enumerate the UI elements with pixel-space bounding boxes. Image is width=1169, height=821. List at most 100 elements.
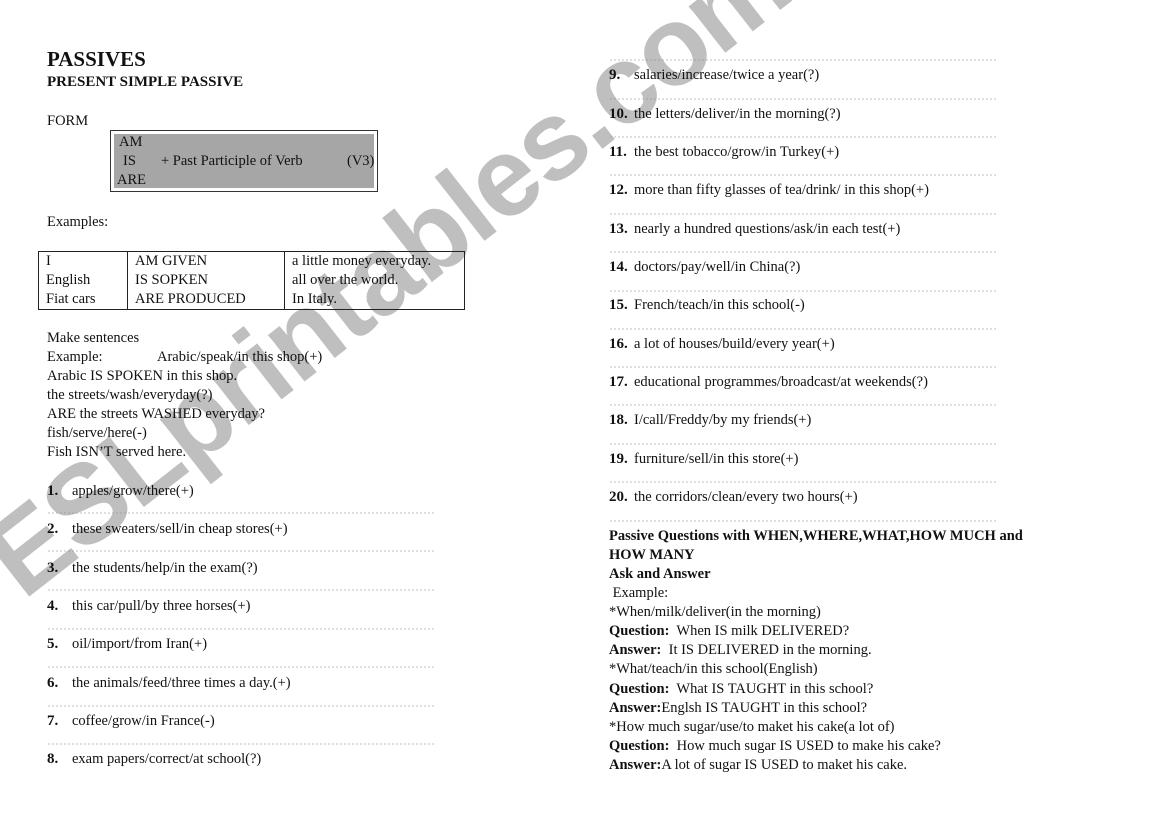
answer-line[interactable] [609, 59, 997, 61]
exercise-item: 17. educational programmes/broadcast/at w… [609, 373, 928, 392]
item-number: 5. [47, 636, 59, 652]
answer-line[interactable] [609, 328, 997, 330]
answer-text: It IS DELIVERED in the morning. [668, 642, 872, 658]
item-text: I/call/Freddy/by my friends(+) [634, 412, 812, 428]
answer-line[interactable] [609, 481, 997, 483]
answer-label: Answer: [609, 757, 662, 773]
qa-answer: Answer:Englsh IS TAUGHT in this school? [609, 699, 867, 718]
example-line: Fish ISN’T served here. [47, 444, 187, 460]
answer-line[interactable] [47, 705, 435, 707]
answer-line[interactable] [609, 404, 997, 406]
answer-line[interactable] [609, 443, 997, 445]
exercise-item: 6. the animals/feed/three times a day.(+) [47, 674, 291, 693]
answer-label: Answer: [609, 700, 662, 716]
question-label: Question: [609, 738, 670, 754]
item-number: 20. [609, 489, 628, 505]
answer-line[interactable] [609, 213, 997, 215]
item-text: the animals/feed/three times a day.(+) [72, 675, 291, 691]
questions-heading: Passive Questions with WHEN,WHERE,WHAT,H… [609, 528, 1023, 544]
item-number: 18. [609, 412, 628, 428]
subject: I [46, 253, 51, 269]
item-text: exam papers/correct/at school(?) [72, 751, 262, 767]
question-label: Question: [609, 623, 670, 639]
rest-cell: a little money everyday. all over the wo… [284, 251, 465, 310]
page-subtitle: PRESENT SIMPLE PASSIVE [47, 74, 244, 90]
example-line: the streets/wash/everyday(?) [47, 387, 213, 403]
item-number: 2. [47, 521, 59, 537]
exercise-item: 16. a lot of houses/build/every year(+) [609, 335, 835, 354]
exercise-item: 14. doctors/pay/well/in China(?) [609, 258, 800, 277]
answer-line[interactable] [47, 743, 435, 745]
form-code: (V3) [347, 153, 375, 169]
form-box: AM IS ARE + Past Participle of Verb (V3) [110, 130, 378, 192]
subject: English [46, 272, 91, 288]
item-text: salaries/increase/twice a year(?) [634, 67, 820, 83]
rest: a little money everyday. [292, 253, 432, 269]
answer-line[interactable] [609, 520, 997, 522]
subject-cell: I English Fiat cars [38, 251, 128, 310]
qa-answer: Answer: It IS DELIVERED in the morning. [609, 641, 872, 660]
item-text: a lot of houses/build/every year(+) [634, 336, 835, 352]
example-label: Example: [47, 349, 103, 365]
item-text: more than fifty glasses of tea/drink/ in… [634, 182, 929, 198]
rest: all over the world. [292, 272, 399, 288]
qa-prompt: *When/milk/deliver(in the morning) [609, 604, 821, 620]
exercise-item: 18. I/call/Freddy/by my friends(+) [609, 411, 811, 430]
exercise-item: 9. salaries/increase/twice a year(?) [609, 66, 819, 85]
verb-cell: AM GIVEN IS SOPKEN ARE PRODUCED [127, 251, 285, 310]
exercise-item: 12. more than fifty glasses of tea/drink/… [609, 181, 929, 200]
exercise-item: 20. the corridors/clean/every two hours(+… [609, 488, 858, 507]
item-number: 16. [609, 336, 628, 352]
item-number: 15. [609, 297, 628, 313]
item-text: the letters/deliver/in the morning(?) [634, 106, 841, 122]
item-number: 11. [609, 144, 627, 160]
exercise-item: 8. exam papers/correct/at school(?) [47, 750, 261, 769]
subject: Fiat cars [46, 291, 96, 307]
item-number: 9. [609, 67, 621, 83]
answer-line[interactable] [47, 512, 435, 514]
qa-question: Question: How much sugar IS USED to make… [609, 737, 941, 756]
item-text: the corridors/clean/every two hours(+) [634, 489, 858, 505]
exercise-item: 1. apples/grow/there(+) [47, 482, 194, 501]
questions-heading-cont: HOW MANY [609, 547, 695, 563]
item-text: the best tobacco/grow/in Turkey(+) [634, 144, 840, 160]
exercise-item: 3. the students/help/in the exam(?) [47, 559, 258, 578]
item-number: 8. [47, 751, 59, 767]
qa-question: Question: When IS milk DELIVERED? [609, 622, 849, 641]
answer-line[interactable] [609, 290, 997, 292]
answer-line[interactable] [47, 666, 435, 668]
answer-line[interactable] [47, 628, 435, 630]
verb: IS SOPKEN [135, 272, 208, 288]
exercise-item: 4. this car/pull/by three horses(+) [47, 597, 251, 616]
example-label: Example: [609, 585, 669, 601]
exercise-item: 15. French/teach/in this school(-) [609, 296, 805, 315]
answer-line[interactable] [609, 366, 997, 368]
item-number: 6. [47, 675, 59, 691]
answer-line[interactable] [609, 136, 997, 138]
answer-line[interactable] [609, 174, 997, 176]
item-text: coffee/grow/in France(-) [72, 713, 215, 729]
table-row: I English Fiat cars AM GIVEN IS SOPKEN A… [38, 251, 465, 310]
make-sentences-heading: Make sentences [47, 330, 140, 346]
ask-answer-subheading: Ask and Answer [609, 566, 711, 582]
examples-table: I English Fiat cars AM GIVEN IS SOPKEN A… [38, 251, 465, 310]
answer-line[interactable] [609, 98, 997, 100]
item-text: the students/help/in the exam(?) [72, 560, 258, 576]
answer-line[interactable] [47, 550, 435, 552]
item-number: 13. [609, 221, 628, 237]
example-line: Arabic IS SPOKEN in this shop. [47, 368, 238, 384]
form-verb-am: AM [119, 134, 143, 150]
form-verb-is: IS [123, 153, 136, 169]
examples-label: Examples: [47, 214, 109, 230]
example-line: ARE the streets WASHED everyday? [47, 406, 265, 422]
answer-text: A lot of sugar IS USED to maket his cake… [661, 757, 908, 773]
answer-line[interactable] [47, 589, 435, 591]
item-text: these sweaters/sell/in cheap stores(+) [72, 521, 288, 537]
verb: AM GIVEN [135, 253, 208, 269]
item-number: 12. [609, 182, 628, 198]
exercise-item: 10. the letters/deliver/in the morning(?) [609, 105, 841, 124]
verb: ARE PRODUCED [135, 291, 246, 307]
answer-line[interactable] [609, 251, 997, 253]
example-line: fish/serve/here(-) [47, 425, 147, 441]
exercise-item: 19. furniture/sell/in this store(+) [609, 450, 798, 469]
